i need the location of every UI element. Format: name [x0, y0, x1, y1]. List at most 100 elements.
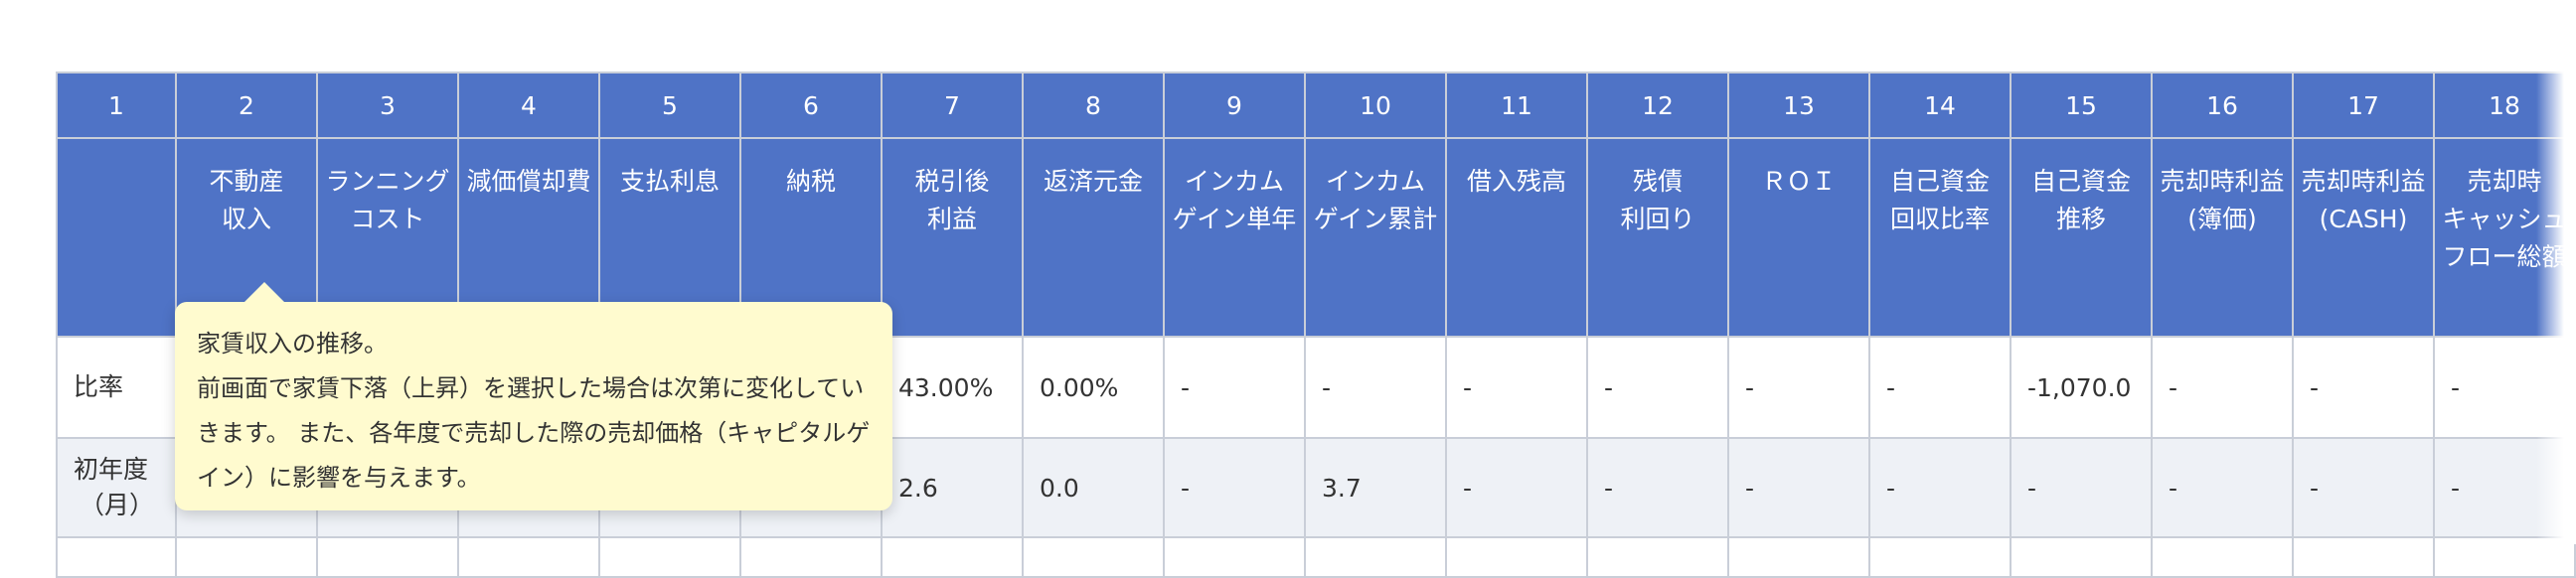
table-cell: -	[2292, 437, 2435, 538]
column-number: 4	[457, 72, 600, 139]
column-header[interactable]: インカム ゲイン単年	[1163, 137, 1306, 338]
column-number: 6	[739, 72, 883, 139]
column-header[interactable]: 残債 利回り	[1586, 137, 1729, 338]
column-number: 5	[598, 72, 741, 139]
row-label: 初年度 （月）	[56, 437, 177, 538]
table-cell	[1163, 536, 1306, 578]
column-header-label: 納税	[785, 167, 836, 196]
column-number-row: 1 2 3 4 5 6 7 8 9 10 11 12 13 14 15 16 17 18	[56, 72, 2576, 139]
table-cell: -	[2010, 437, 2153, 538]
table-cell	[2151, 536, 2294, 578]
column-number: 12	[1586, 72, 1729, 139]
row-label-line: （月）	[80, 491, 155, 519]
column-number: 2	[175, 72, 318, 139]
corner-diagonal-cell	[56, 137, 177, 338]
table-cell: -	[1304, 336, 1447, 439]
tooltip-line: 家賃収入の推移。	[197, 330, 388, 358]
column-header-label: (簿価)	[2187, 205, 2257, 233]
table-cell: 0.0	[1022, 437, 1165, 538]
column-header-label: 売却時利益	[2301, 167, 2426, 196]
table-cell	[1445, 536, 1588, 578]
table-cell	[1868, 536, 2012, 578]
table-cell	[1304, 536, 1447, 578]
column-header-label: インカム	[1325, 167, 1425, 196]
table-cell	[1727, 536, 1870, 578]
column-header-label: 減価償却費	[466, 167, 591, 196]
column-header-label: ランニング	[325, 167, 450, 196]
table-cell: -	[1163, 437, 1306, 538]
column-number: 15	[2010, 72, 2153, 139]
column-header[interactable]: 返済元金	[1022, 137, 1165, 338]
table-cell	[739, 536, 883, 578]
row-label-line: 比率	[74, 372, 124, 401]
column-header-label: ゲイン単年	[1172, 205, 1297, 233]
column-header-label: 売却時利益	[2160, 167, 2285, 196]
column-header-label: 残債	[1632, 167, 1683, 196]
column-header-label: 利回り	[1620, 205, 1695, 233]
table-cell: -	[1727, 437, 1870, 538]
table-row	[56, 536, 2576, 578]
table-cell: -	[1868, 336, 2012, 439]
table-cell: 43.00%	[881, 336, 1024, 439]
column-header[interactable]: 売却時利益 (簿価)	[2151, 137, 2294, 338]
column-header-label: 自己資金	[1889, 167, 1990, 196]
table-cell	[316, 536, 459, 578]
table-cell: -	[1586, 437, 1729, 538]
column-number: 1	[56, 72, 177, 139]
tooltip-line: きます。 また、各年度で売却した際の売却価格（キャピタルゲ	[197, 419, 871, 447]
row-label	[56, 536, 177, 578]
column-number: 3	[316, 72, 459, 139]
column-header-label: 支払利息	[619, 167, 720, 196]
column-header-label: 利益	[926, 205, 977, 233]
column-header-label: ゲイン累計	[1313, 205, 1438, 233]
column-number: 8	[1022, 72, 1165, 139]
table-cell: -	[1586, 336, 1729, 439]
column-number: 16	[2151, 72, 2294, 139]
table-cell	[2010, 536, 2153, 578]
column-header[interactable]: 自己資金 回収比率	[1868, 137, 2012, 338]
row-label: 比率	[56, 336, 177, 439]
table-cell	[2292, 536, 2435, 578]
column-number: 9	[1163, 72, 1306, 139]
column-header-label: 返済元金	[1043, 167, 1143, 196]
row-label-line: 初年度	[74, 455, 149, 484]
table-cell: 2.6	[881, 437, 1024, 538]
column-header-label: (CASH)	[2319, 205, 2408, 233]
table-cell	[881, 536, 1024, 578]
tooltip-line: イン）に影響を与えます。	[197, 464, 481, 492]
column-number: 14	[1868, 72, 2012, 139]
column-header-label: 回収比率	[1889, 205, 1990, 233]
column-header[interactable]: 借入残高	[1445, 137, 1588, 338]
tooltip-line: 前画面で家賃下落（上昇）を選択した場合は次第に変化してい	[197, 374, 865, 402]
column-header[interactable]: 税引後 利益	[881, 137, 1024, 338]
table-cell	[598, 536, 741, 578]
table-cell: -	[1868, 437, 2012, 538]
column-header[interactable]: ＲＯＩ	[1727, 137, 1870, 338]
column-number: 13	[1727, 72, 1870, 139]
table-cell: -	[2151, 437, 2294, 538]
column-header-label: インカム	[1184, 167, 1284, 196]
column-header[interactable]: 自己資金 推移	[2010, 137, 2153, 338]
help-tooltip: 家賃収入の推移。 前画面で家賃下落（上昇）を選択した場合は次第に変化してい きま…	[175, 282, 892, 510]
column-header-label: ＲＯＩ	[1761, 167, 1837, 196]
column-header-label: 借入残高	[1466, 167, 1566, 196]
column-header-label: 自己資金	[2030, 167, 2131, 196]
column-header-label: 推移	[2055, 205, 2106, 233]
column-number: 11	[1445, 72, 1588, 139]
table-cell: -1,070.0	[2010, 336, 2153, 439]
column-number: 10	[1304, 72, 1447, 139]
column-header-label: コスト	[350, 205, 425, 233]
table-cell	[457, 536, 600, 578]
table-cell	[175, 536, 318, 578]
column-header[interactable]: 売却時利益 (CASH)	[2292, 137, 2435, 338]
column-number: 7	[881, 72, 1024, 139]
table-cell: -	[2292, 336, 2435, 439]
table-cell: -	[1445, 437, 1588, 538]
table-cell: -	[1727, 336, 1870, 439]
table-cell: 0.00%	[1022, 336, 1165, 439]
table-cell: -	[1163, 336, 1306, 439]
table-cell: -	[1445, 336, 1588, 439]
tooltip-arrow	[244, 282, 284, 302]
column-header[interactable]: インカム ゲイン累計	[1304, 137, 1447, 338]
table-cell: 3.7	[1304, 437, 1447, 538]
